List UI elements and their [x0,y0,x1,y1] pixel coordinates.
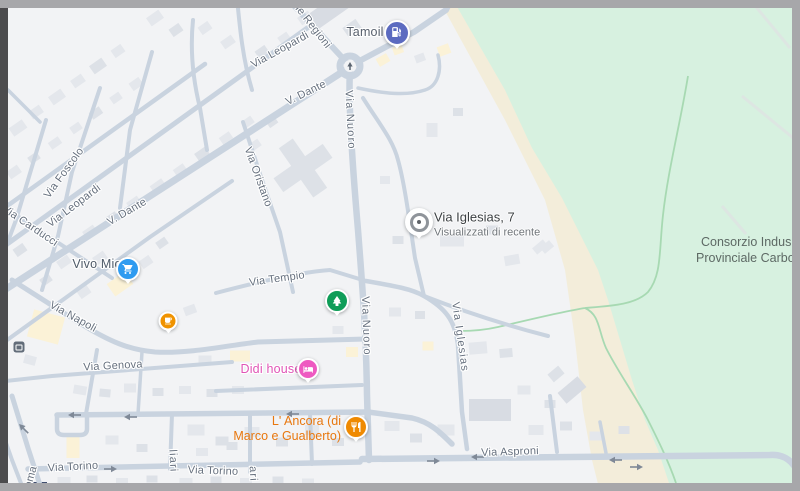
window-border-top [0,0,800,8]
maps-screenshot: le Regioni Via Leopardi V. Dante Via Nuo… [0,0,800,491]
recent-marker-dot-icon [417,220,422,225]
poi-label-ancora-line1: L' Ancora (di [233,414,341,429]
recent-marker-ring-icon [410,213,429,232]
coffee-cup-icon [164,317,173,326]
poi-label-ancora[interactable]: L' Ancora (di Marco e Gualberto) [233,414,341,444]
shopping-cart-icon [122,263,134,275]
poi-label-vivo-mio[interactable]: Vivo Mio [72,257,121,271]
selected-place-title: Via Iglesias, 7 [434,210,540,225]
selected-place-label[interactable]: Via Iglesias, 7 Visualizzati di recente [434,210,540,239]
area-label-consorzio-line2: Provinciale Carbo [696,250,792,266]
street-label-via-asproni: Via Asproni [481,445,539,459]
lodging-marker[interactable] [297,358,319,380]
supermarket-marker[interactable] [116,257,140,281]
window-border-bottom [0,483,800,491]
poi-label-didi-house[interactable]: Didi house [240,362,301,376]
map-base-layer [8,8,792,483]
window-border-right [792,8,800,483]
bed-icon [303,364,314,375]
street-label-via-nuoro-2: Via Nuoro [359,296,373,356]
map-canvas[interactable]: le Regioni Via Leopardi V. Dante Via Nuo… [8,8,792,483]
restaurant-marker[interactable] [344,415,368,439]
tree-icon [331,295,343,307]
gas-station-marker[interactable] [384,20,410,46]
small-poi-icon[interactable] [14,342,25,353]
poi-label-tamoil[interactable]: Tamoil [346,25,383,39]
window-border-left [0,8,8,483]
street-label-via-cagliari-partial-2: ari [247,466,260,482]
fork-knife-icon [350,421,362,433]
gas-pump-icon [390,26,403,39]
area-label-consorzio[interactable]: Consorzio Indus Provinciale Carbo [701,234,792,266]
poi-label-ancora-line2: Marco e Gualberto) [233,429,341,444]
cafe-marker[interactable] [159,312,178,331]
street-label-via-cagliari-partial: liari [166,449,179,473]
selected-place-subtitle: Visualizzati di recente [434,227,540,239]
park-marker[interactable] [325,289,349,313]
street-label-via-torino-2: Via Torino [188,464,239,478]
area-label-consorzio-line1: Consorzio Indus [701,234,792,250]
recent-place-marker[interactable] [405,208,433,236]
